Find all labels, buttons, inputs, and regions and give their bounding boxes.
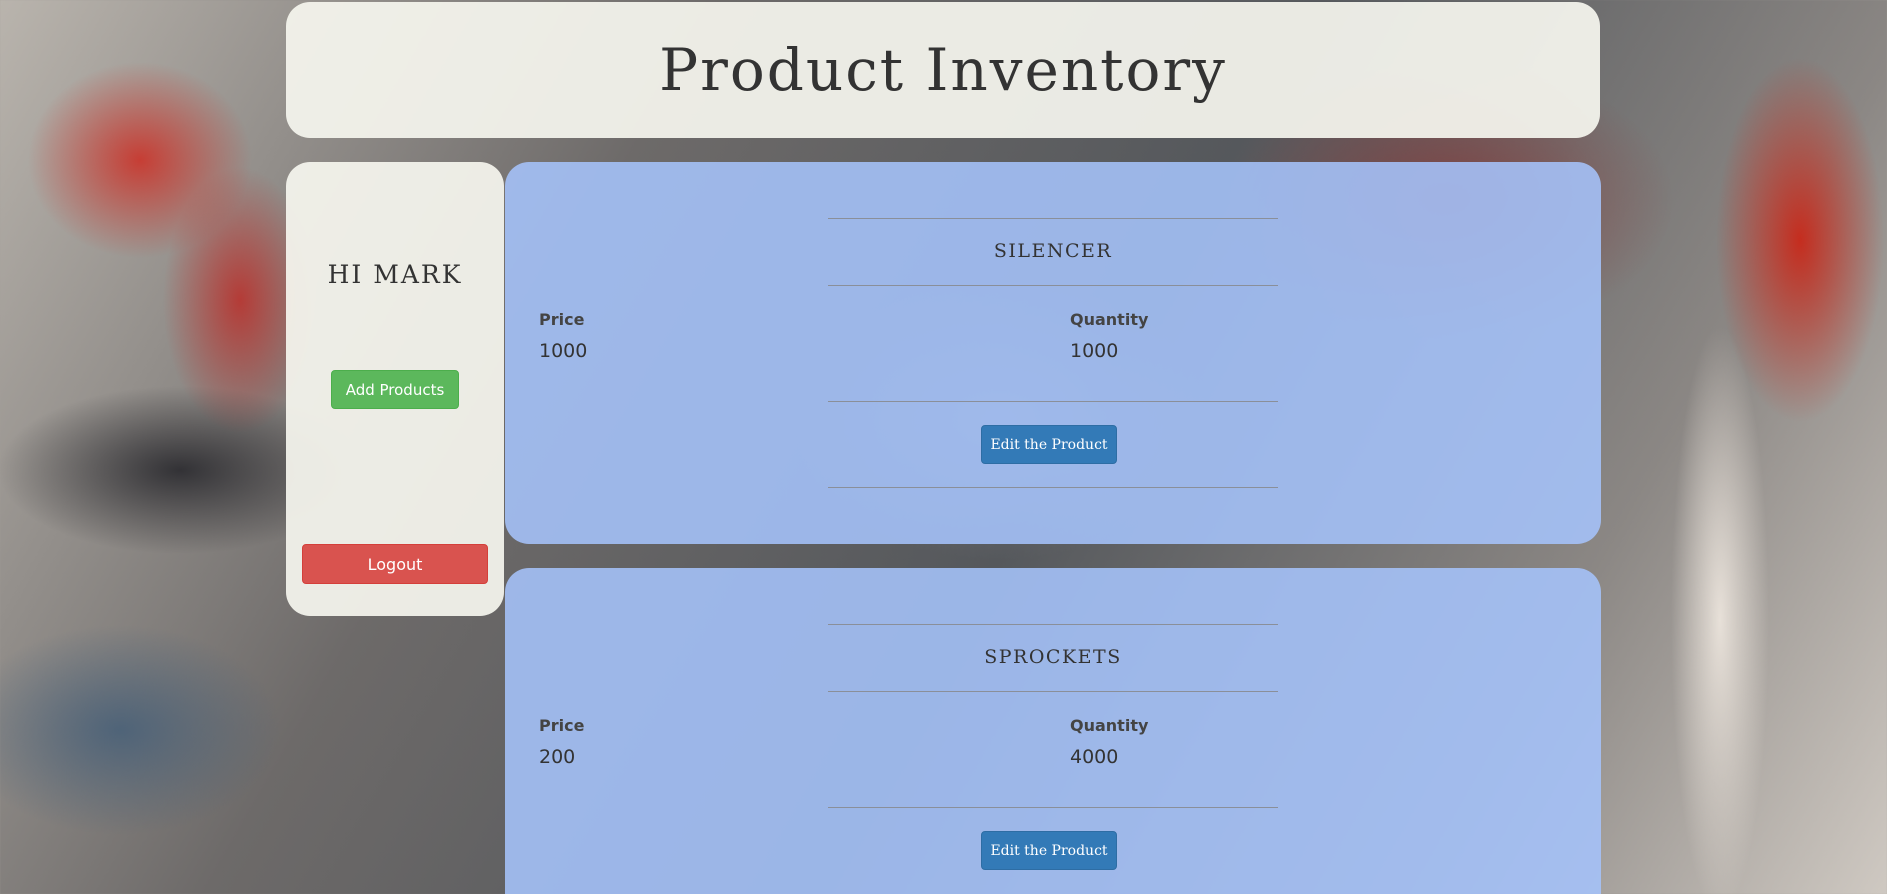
product-name: SILENCER — [993, 240, 1113, 262]
page-title: Product Inventory — [659, 36, 1227, 104]
edit-product-button[interactable]: Edit the Product — [981, 425, 1117, 464]
logout-button[interactable]: Logout — [302, 544, 488, 584]
divider — [828, 624, 1278, 625]
header-panel: Product Inventory — [286, 2, 1600, 138]
quantity-value: 1000 — [1070, 340, 1119, 362]
sidebar: HI MARK Add Products Logout — [286, 162, 504, 616]
edit-product-button[interactable]: Edit the Product — [981, 831, 1117, 870]
price-value: 200 — [539, 746, 576, 768]
price-value: 1000 — [539, 340, 588, 362]
product-card: SILENCER Price 1000 Quantity 1000 Edit t… — [505, 162, 1601, 544]
user-greeting: HI MARK — [327, 260, 463, 289]
quantity-label: Quantity — [1070, 716, 1149, 735]
quantity-label: Quantity — [1070, 310, 1149, 329]
divider — [828, 285, 1278, 286]
divider — [828, 487, 1278, 488]
divider — [828, 218, 1278, 219]
product-name: SPROCKETS — [984, 646, 1122, 668]
add-products-button[interactable]: Add Products — [331, 370, 459, 409]
divider — [828, 401, 1278, 402]
divider — [828, 691, 1278, 692]
product-card: SPROCKETS Price 200 Quantity 4000 Edit t… — [505, 568, 1601, 894]
price-label: Price — [539, 716, 585, 735]
quantity-value: 4000 — [1070, 746, 1119, 768]
price-label: Price — [539, 310, 585, 329]
divider — [828, 807, 1278, 808]
